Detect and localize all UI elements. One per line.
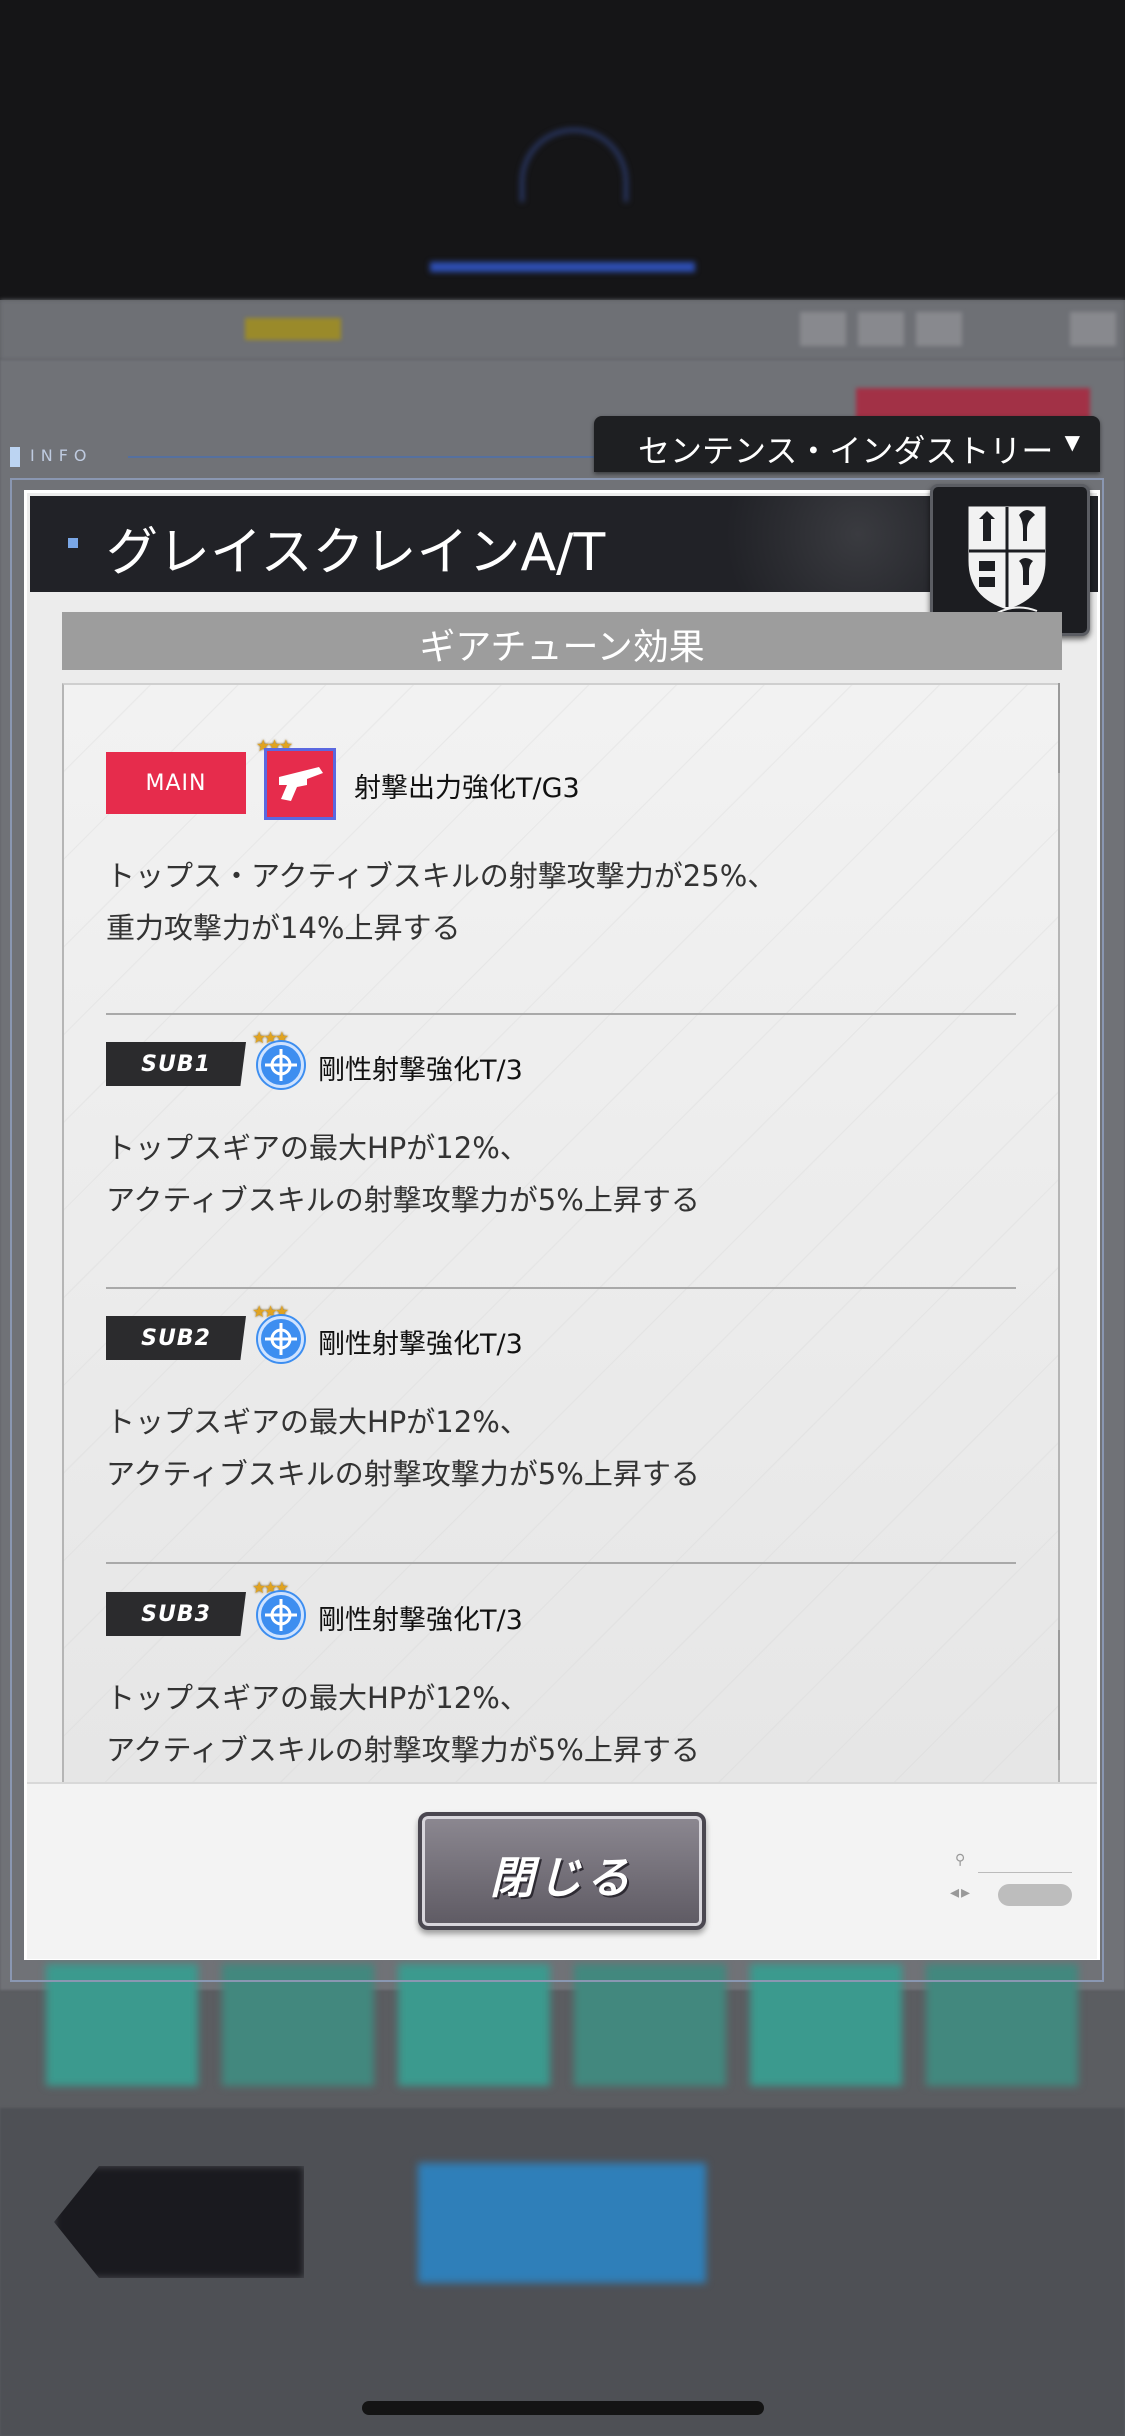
background-toolbar-button	[858, 312, 904, 346]
divider	[106, 1287, 1016, 1289]
sub-tag: SUB1	[106, 1042, 246, 1086]
main-tag: MAIN	[106, 752, 246, 814]
crosshair-icon	[258, 1042, 304, 1088]
crosshair-icon	[258, 1592, 304, 1638]
list-item: SUB1 ★★★ 剛性射撃強化T/3 トップスギアの最大HPが12%、 アクティ…	[106, 1028, 1016, 1222]
skill-description-line-2: アクティブスキルの射撃攻撃力が5%上昇する	[106, 1183, 700, 1217]
background-thumbnail	[46, 1964, 198, 2086]
background-back-button	[54, 2166, 304, 2278]
skill-name: 剛性射撃強化T/3	[318, 1055, 523, 1086]
gear-tune-section-header: ギアチューン効果	[62, 612, 1062, 670]
header-bullet	[68, 538, 78, 548]
skill-description-line-2: 重力攻撃力が14%上昇する	[106, 911, 461, 945]
info-marker	[10, 447, 20, 467]
search-icon: ⚲	[955, 1852, 966, 1868]
company-label: センテンス・インダストリー	[638, 432, 1054, 470]
skill-description-line-1: トップスギアの最大HPが12%、	[106, 1405, 529, 1439]
company-dropdown[interactable]: センテンス・インダストリー ▼	[594, 416, 1100, 472]
close-button[interactable]: 閉じる	[418, 1812, 706, 1930]
info-line	[128, 456, 608, 458]
skill-description-line-1: トップス・アクティブスキルの射撃攻撃力が25%、	[106, 859, 777, 893]
mini-divider	[978, 1872, 1072, 1873]
background-toolbar-badge	[245, 318, 341, 340]
background-thumbnail	[926, 1964, 1078, 2086]
scrollbar-bottom[interactable]	[1058, 1630, 1060, 1760]
sub-tag: SUB2	[106, 1316, 246, 1360]
crosshair-icon	[258, 1316, 304, 1362]
background-thumbnail	[750, 1964, 902, 2086]
list-item: SUB3 ★★★ 剛性射撃強化T/3 トップスギアの最大HPが12%、 アクティ…	[106, 1578, 1016, 1772]
background-thumbnail	[398, 1964, 550, 2086]
gear-tune-section-title: ギアチューン効果	[419, 627, 705, 668]
gun-icon	[264, 748, 336, 820]
modal-title: グレイスクレインA/T	[106, 523, 606, 583]
list-item: SUB2 ★★★ 剛性射撃強化T/3 トップスギアの最大HPが12%、 アクティ…	[106, 1302, 1016, 1496]
skill-description-line-2: アクティブスキルの射撃攻撃力が5%上昇する	[106, 1733, 700, 1767]
paging-indicator	[998, 1884, 1072, 1906]
skill-description-line-1: トップスギアの最大HPが12%、	[106, 1681, 529, 1715]
home-indicator[interactable]	[362, 2401, 764, 2415]
info-label: INFO	[30, 446, 93, 465]
paging-arrows-icon: ◂▸	[950, 1882, 973, 1903]
skill-description-line-2: アクティブスキルの射撃攻撃力が5%上昇する	[106, 1457, 700, 1491]
sub-tag: SUB3	[106, 1592, 246, 1636]
skill-name: 剛性射撃強化T/3	[318, 1605, 523, 1636]
scrollbar-top[interactable]	[1058, 683, 1060, 773]
skill-name: 剛性射撃強化T/3	[318, 1329, 523, 1360]
background-toolbar-button	[800, 312, 846, 346]
background-toolbar-button	[916, 312, 962, 346]
background-toolbar-button	[1070, 312, 1116, 346]
close-button-label: 閉じる	[490, 1853, 634, 1904]
divider	[106, 1013, 1016, 1015]
background-thumbnail	[574, 1964, 726, 2086]
background-title-underline	[430, 262, 695, 272]
list-item: MAIN ★★★ 射撃出力強化T/G3 トップス・アクティブスキルの射撃攻撃力が…	[106, 736, 1016, 952]
background-confirm-button	[418, 2163, 706, 2283]
skill-description-line-1: トップスギアの最大HPが12%、	[106, 1131, 529, 1165]
background-thumbnail	[222, 1964, 374, 2086]
divider	[106, 1562, 1016, 1564]
skill-name: 射撃出力強化T/G3	[354, 773, 580, 804]
chevron-down-icon: ▼	[1064, 430, 1080, 454]
